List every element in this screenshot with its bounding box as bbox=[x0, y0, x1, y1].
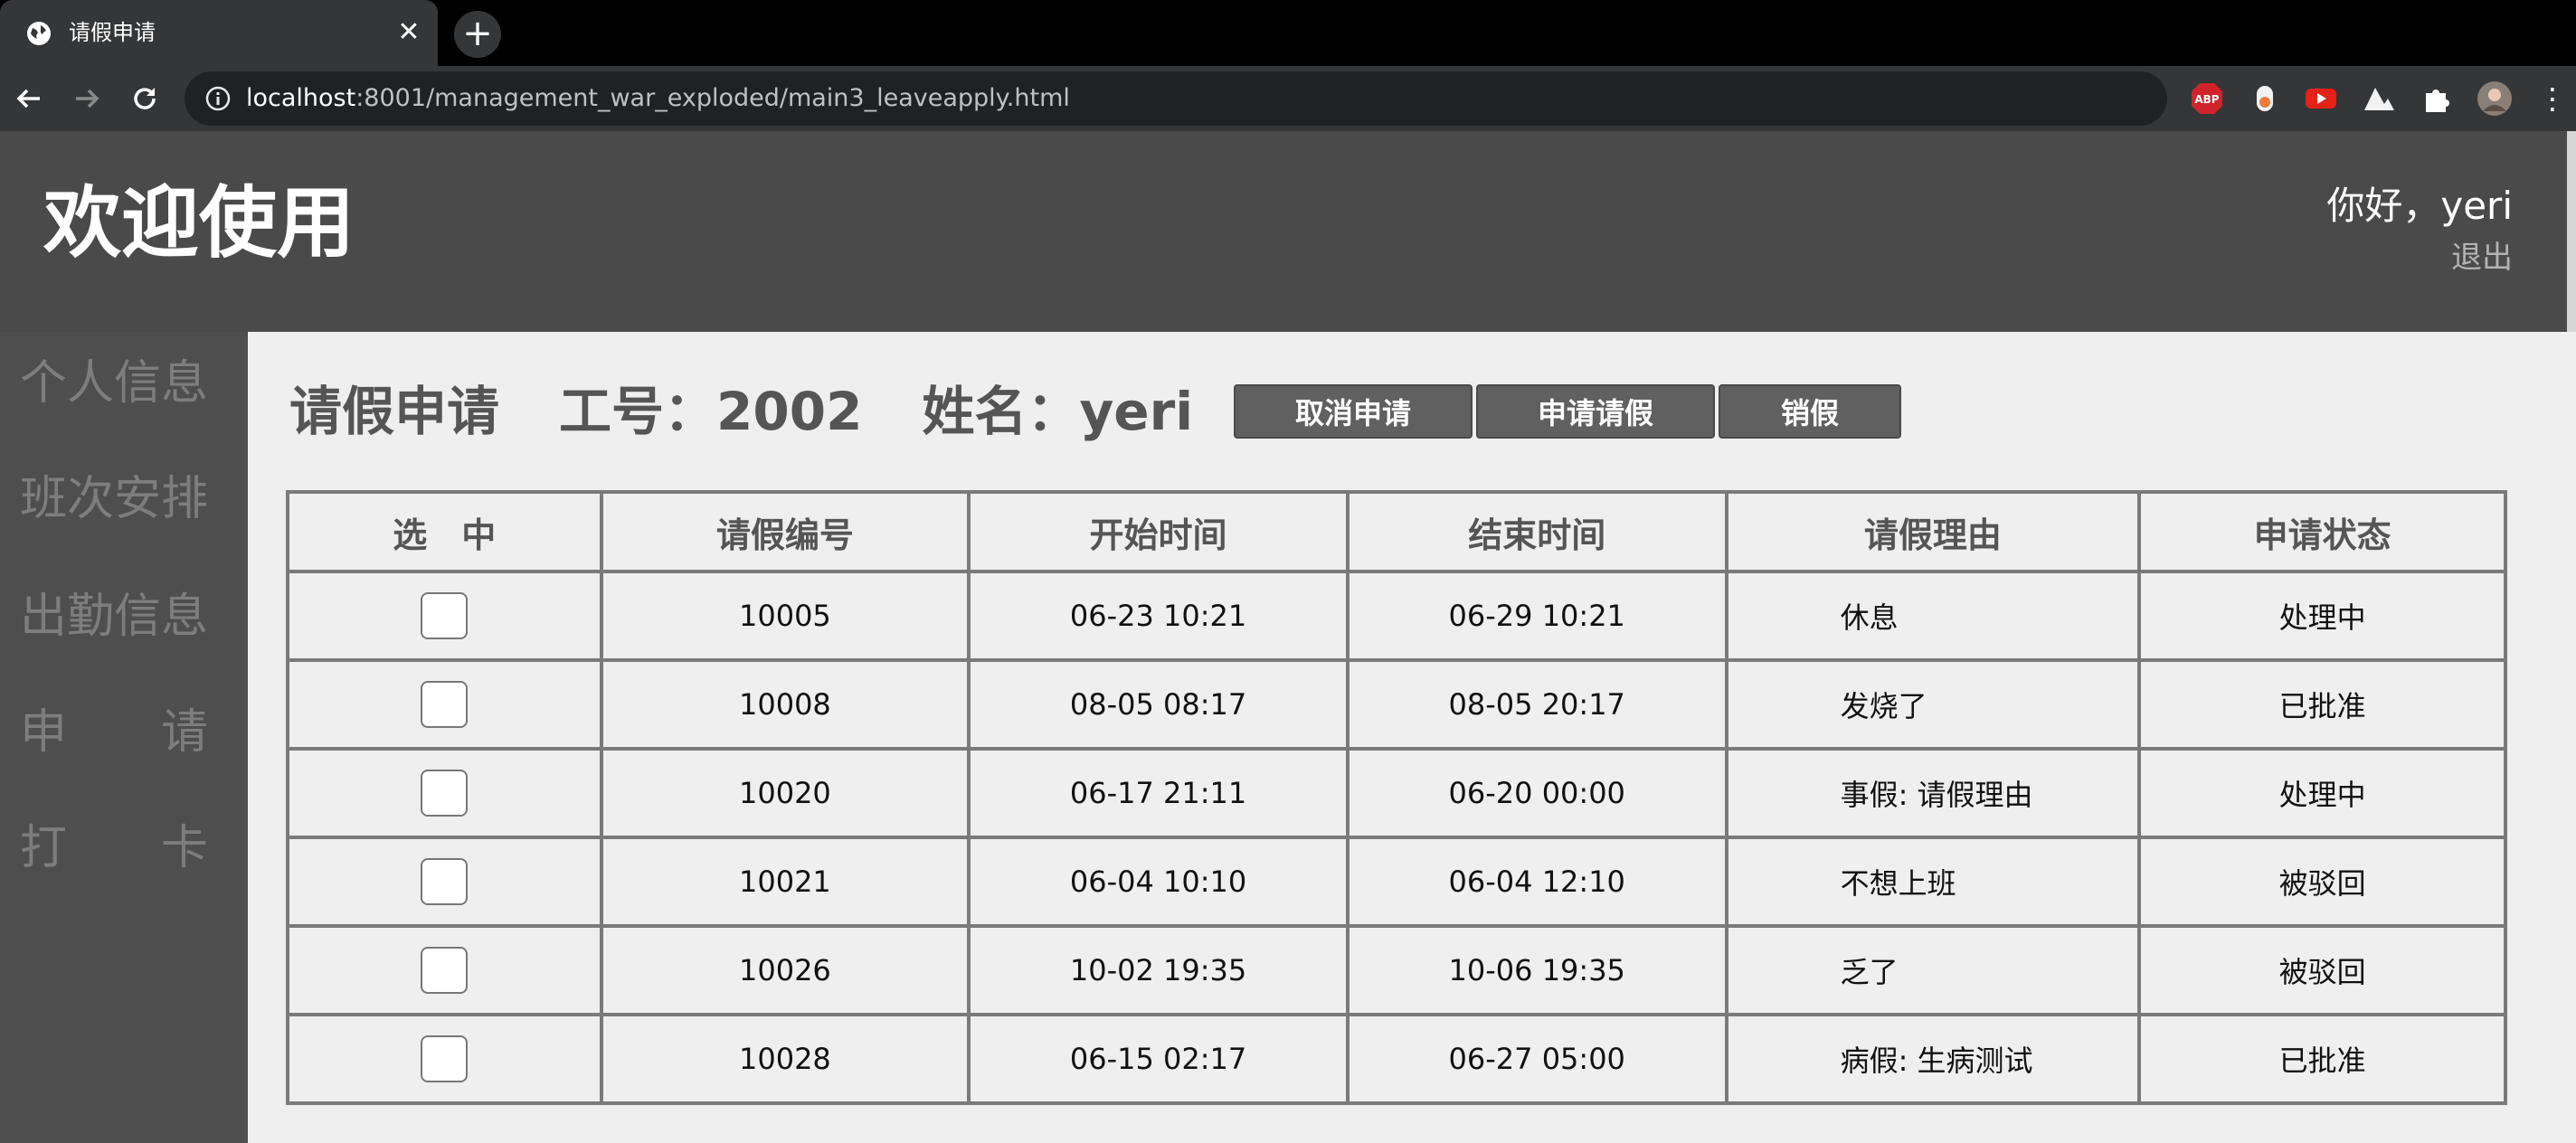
column-header-start-time: 开始时间 bbox=[967, 490, 1350, 573]
start-time-cell: 10-02 19:35 bbox=[967, 924, 1350, 1016]
url-path: :8001/management_war_exploded/main3_leav… bbox=[355, 84, 1070, 112]
reason-cell: 发烧了 bbox=[1724, 658, 2142, 751]
address-bar[interactable]: localhost:8001/management_war_exploded/m… bbox=[185, 71, 2330, 126]
page-header: 欢迎使用 你好，yeri 退出 bbox=[0, 131, 2576, 332]
close-icon[interactable]: ✕ bbox=[394, 18, 423, 47]
status-cell: 已批准 bbox=[2137, 658, 2507, 751]
status-cell: 被驳回 bbox=[2137, 924, 2507, 1016]
end-time-cell: 08-05 20:17 bbox=[1345, 658, 1728, 751]
leave-id-cell: 10008 bbox=[599, 658, 971, 751]
select-cell bbox=[286, 924, 603, 1016]
status-cell: 已批准 bbox=[2137, 1013, 2507, 1105]
back-icon[interactable] bbox=[11, 80, 47, 117]
reason-cell: 休息 bbox=[1724, 570, 2142, 662]
sidebar-item-attendance[interactable]: 出勤信息 bbox=[20, 587, 208, 647]
reason-cell: 病假: 生病测试 bbox=[1724, 1013, 2142, 1105]
column-header-select: 选 中 bbox=[286, 490, 603, 573]
start-time-cell: 06-17 21:11 bbox=[967, 747, 1350, 839]
leave-id-cell: 10028 bbox=[599, 1013, 971, 1105]
table-row: 10008 08-05 08:17 08-05 20:17 发烧了 已批准 bbox=[286, 658, 2507, 751]
cancel-application-button[interactable]: 取消申请 bbox=[1234, 384, 1473, 439]
status-cell: 被驳回 bbox=[2137, 836, 2507, 928]
tab-title: 请假申请 bbox=[69, 20, 156, 45]
sidebar: 个人信息 班次安排 出勤信息 申 请 打 卡 bbox=[0, 332, 248, 1143]
table-row: 10028 06-15 02:17 06-27 05:00 病假: 生病测试 已… bbox=[286, 1013, 2507, 1105]
row-checkbox[interactable] bbox=[421, 1035, 469, 1082]
select-cell bbox=[286, 570, 603, 662]
browser-toolbar: localhost:8001/management_war_exploded/m… bbox=[0, 66, 2576, 131]
table-row: 10021 06-04 10:10 06-04 12:10 不想上班 被驳回 bbox=[286, 836, 2507, 928]
avatar[interactable] bbox=[2477, 80, 2513, 117]
row-checkbox[interactable] bbox=[421, 770, 469, 817]
browser-tab-bar: 请假申请 ✕ + bbox=[0, 0, 2576, 66]
row-checkbox[interactable] bbox=[421, 681, 469, 728]
welcome-title: 欢迎使用 bbox=[43, 178, 355, 269]
globe-icon bbox=[27, 22, 51, 45]
table-header-row: 选 中 请假编号 开始时间 结束时间 请假理由 申请状态 bbox=[286, 490, 2507, 573]
employee-id: 工号：2002 bbox=[559, 381, 863, 442]
browser-tab[interactable]: 请假申请 ✕ bbox=[0, 0, 438, 66]
column-header-reason: 请假理由 bbox=[1724, 490, 2142, 573]
select-cell bbox=[286, 658, 603, 751]
row-checkbox[interactable] bbox=[421, 947, 469, 994]
select-cell bbox=[286, 747, 603, 839]
sidebar-item-personal-info[interactable]: 个人信息 bbox=[20, 354, 208, 413]
start-time-cell: 06-23 10:21 bbox=[967, 570, 1350, 662]
abp-extension-icon[interactable]: ABP bbox=[2189, 80, 2225, 117]
revoke-leave-button[interactable]: 销假 bbox=[1719, 384, 1901, 439]
sidebar-item-apply[interactable]: 申 请 bbox=[20, 703, 208, 762]
end-time-cell: 06-20 00:00 bbox=[1345, 747, 1728, 839]
reason-cell: 乏了 bbox=[1724, 924, 2142, 1016]
youtube-extension-icon[interactable] bbox=[2303, 80, 2339, 117]
user-greeting: 你好，yeri bbox=[2326, 184, 2513, 228]
employee-name: 姓名：yeri bbox=[922, 381, 1194, 442]
leave-id-cell: 10026 bbox=[599, 924, 971, 1016]
status-cell: 处理中 bbox=[2137, 570, 2507, 662]
row-checkbox[interactable] bbox=[421, 592, 469, 639]
reason-cell: 不想上班 bbox=[1724, 836, 2142, 928]
column-header-end-time: 结束时间 bbox=[1345, 490, 1728, 573]
sidebar-item-clock-in[interactable]: 打 卡 bbox=[20, 818, 208, 878]
menu-icon[interactable]: ⋮ bbox=[2538, 80, 2567, 117]
mountain-extension-icon[interactable] bbox=[2361, 80, 2397, 117]
page-title: 请假申请 bbox=[289, 381, 500, 442]
url-text[interactable]: localhost:8001/management_war_exploded/m… bbox=[246, 82, 1070, 115]
leave-id-cell: 10020 bbox=[599, 747, 971, 839]
start-time-cell: 06-04 10:10 bbox=[967, 836, 1350, 928]
apply-leave-button[interactable]: 申请请假 bbox=[1476, 384, 1715, 439]
end-time-cell: 06-04 12:10 bbox=[1345, 836, 1728, 928]
table-row: 10020 06-17 21:11 06-20 00:00 事假: 请假理由 处… bbox=[286, 747, 2507, 839]
start-time-cell: 06-15 02:17 bbox=[967, 1013, 1350, 1105]
select-cell bbox=[286, 1013, 603, 1105]
row-checkbox[interactable] bbox=[421, 858, 469, 905]
extension-icon[interactable] bbox=[2247, 80, 2283, 117]
leave-table: 选 中 请假编号 开始时间 结束时间 请假理由 申请状态 10005 06-23… bbox=[286, 490, 2507, 1105]
info-icon[interactable] bbox=[204, 85, 232, 112]
select-cell bbox=[286, 836, 603, 928]
leave-id-cell: 10005 bbox=[599, 570, 971, 662]
column-header-status: 申请状态 bbox=[2137, 490, 2507, 573]
main-content: 请假申请 工号：2002 姓名：yeri 取消申请 申请请假 销假 选 中 请假编号… bbox=[248, 332, 2576, 1143]
reason-cell: 事假: 请假理由 bbox=[1724, 747, 2142, 839]
leave-id-cell: 10021 bbox=[599, 836, 971, 928]
logout-link[interactable]: 退出 bbox=[2451, 238, 2513, 278]
svg-text:ABP: ABP bbox=[2194, 93, 2219, 106]
end-time-cell: 10-06 19:35 bbox=[1345, 924, 1728, 1016]
end-time-cell: 06-27 05:00 bbox=[1345, 1013, 1728, 1105]
end-time-cell: 06-29 10:21 bbox=[1345, 570, 1728, 662]
column-header-leave-id: 请假编号 bbox=[599, 490, 971, 573]
page-heading: 请假申请 工号：2002 姓名：yeri bbox=[289, 377, 1253, 446]
table-row: 10005 06-23 10:21 06-29 10:21 休息 处理中 bbox=[286, 570, 2507, 662]
sidebar-item-shift-schedule[interactable]: 班次安排 bbox=[20, 469, 208, 529]
table-row: 10026 10-02 19:35 10-06 19:35 乏了 被驳回 bbox=[286, 924, 2507, 1016]
url-host: localhost bbox=[246, 84, 356, 112]
start-time-cell: 08-05 08:17 bbox=[967, 658, 1350, 751]
new-tab-button[interactable]: + bbox=[454, 11, 501, 58]
status-cell: 处理中 bbox=[2137, 747, 2507, 839]
puzzle-icon[interactable] bbox=[2419, 80, 2455, 117]
forward-icon[interactable] bbox=[69, 80, 105, 117]
reload-icon[interactable] bbox=[127, 80, 163, 117]
scrollbar[interactable] bbox=[2567, 131, 2576, 334]
